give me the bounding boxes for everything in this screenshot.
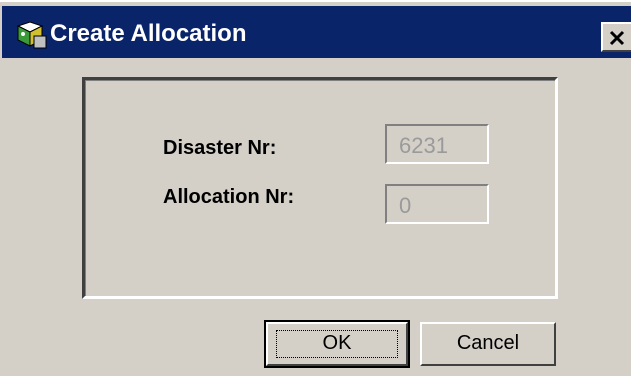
ok-button-label: OK <box>322 332 352 354</box>
allocation-nr-field[interactable] <box>385 184 489 224</box>
cancel-button[interactable]: Cancel <box>420 322 556 366</box>
disaster-nr-field[interactable] <box>385 124 489 164</box>
ok-button[interactable]: OK <box>264 320 410 368</box>
disaster-nr-label: Disaster Nr: <box>163 137 277 159</box>
close-button[interactable] <box>601 22 631 52</box>
app-icon <box>14 20 48 50</box>
cancel-button-label: Cancel <box>456 332 520 354</box>
title-bar[interactable]: Create Allocation <box>2 6 631 58</box>
allocation-nr-label: Allocation Nr: <box>163 186 295 208</box>
close-icon <box>609 30 625 46</box>
dialog-title: Create Allocation <box>50 20 247 47</box>
create-allocation-dialog: Create Allocation Disaster Nr: Allocatio… <box>0 0 631 376</box>
